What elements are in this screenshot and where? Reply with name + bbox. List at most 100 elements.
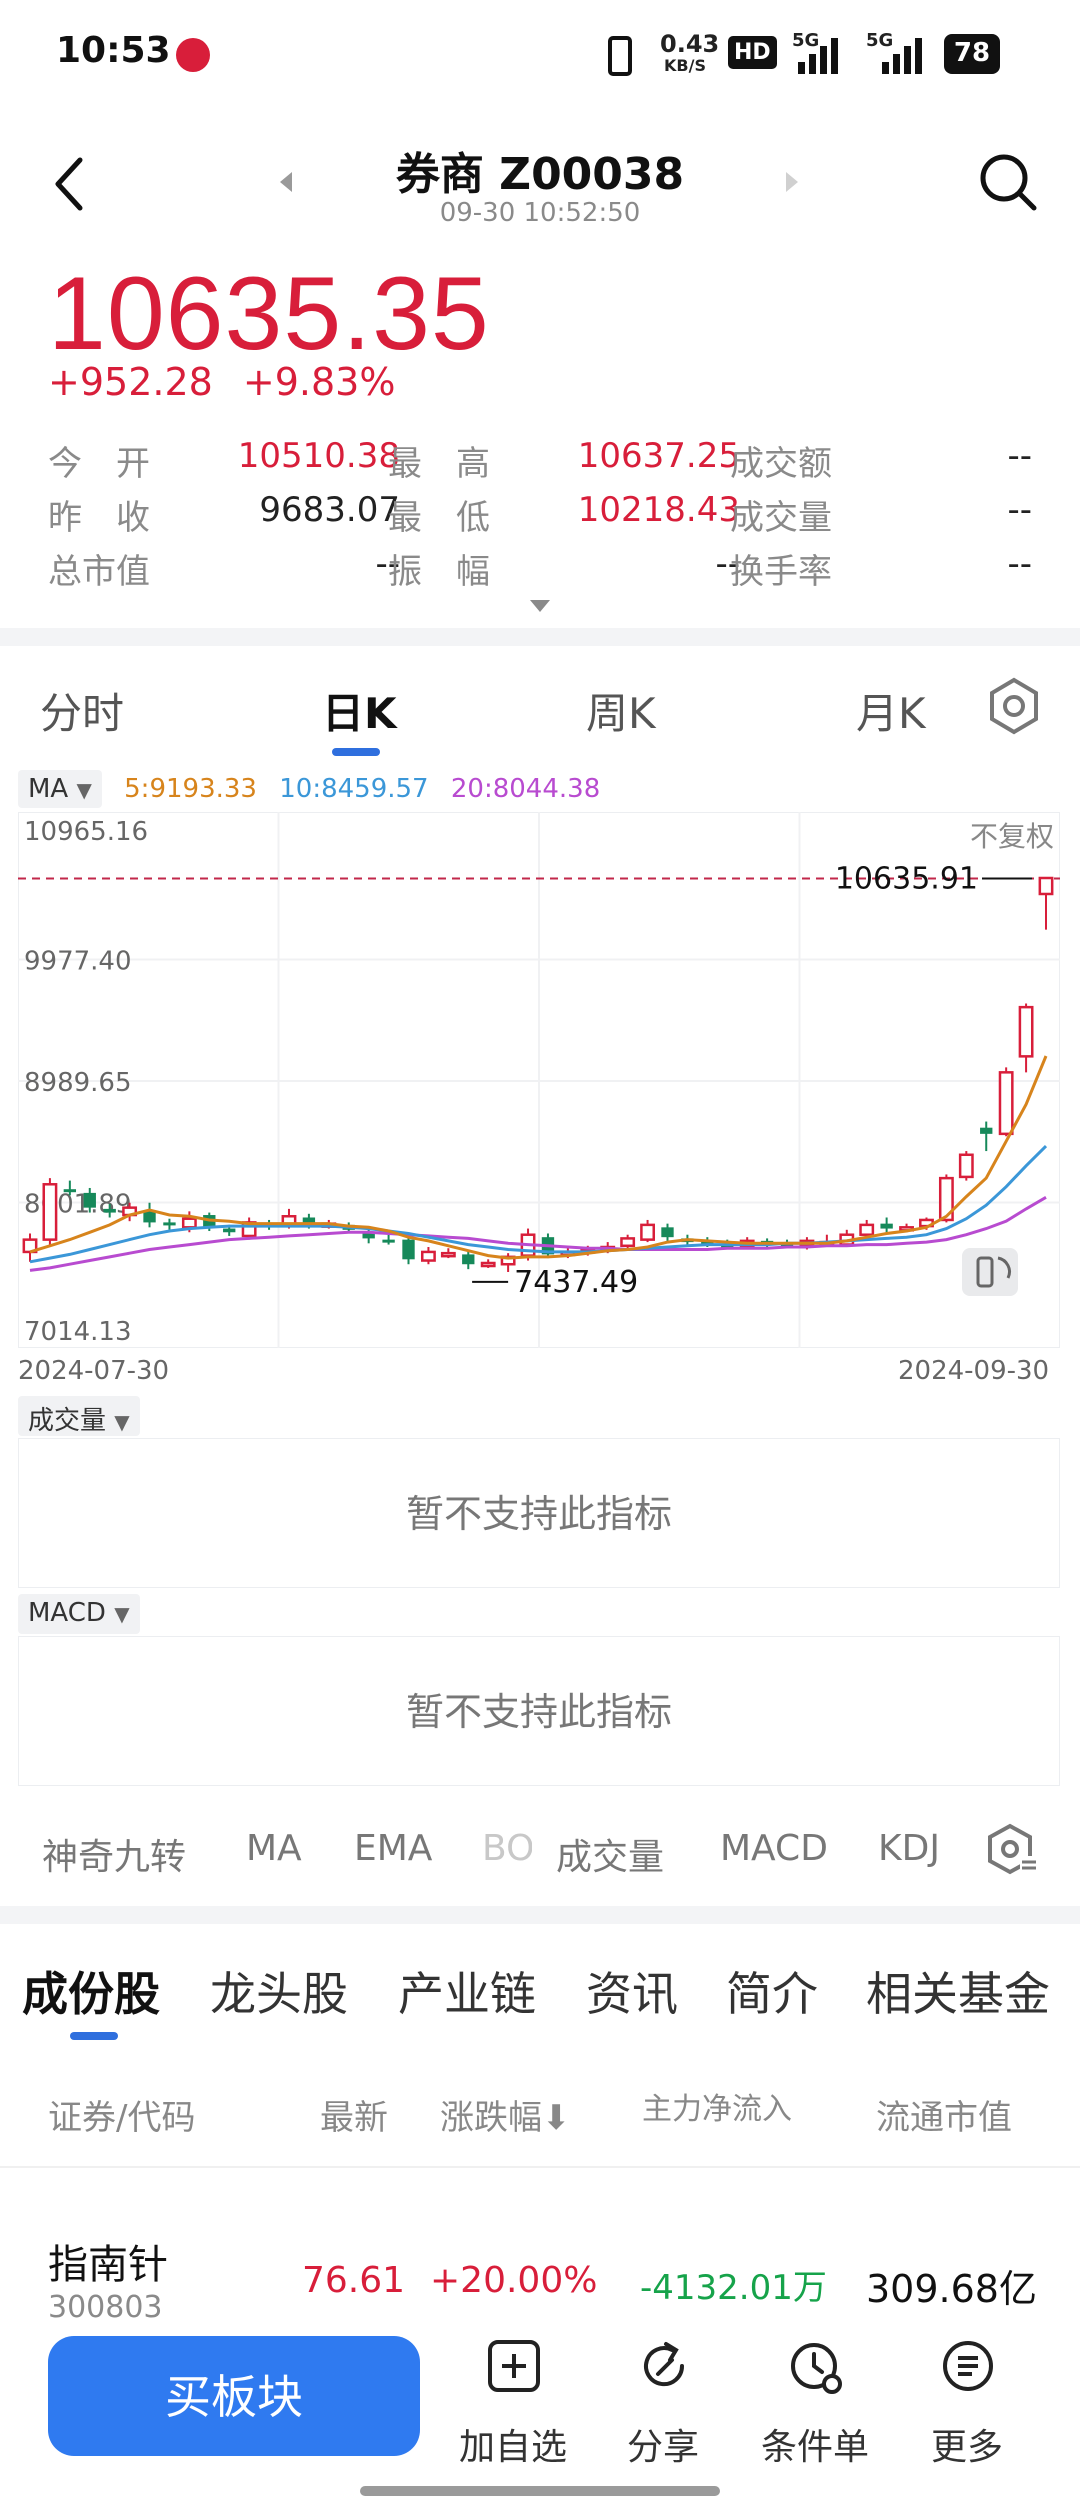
indicator-volume[interactable]: 成交量 [556,1828,664,1880]
share-button[interactable]: 分享 [598,2336,728,2476]
col-header-float-cap[interactable]: 流通市值 [876,2090,1012,2139]
quote-value: 10510.38 [237,436,400,476]
stock-change-pct: +20.00% [430,2260,598,2301]
candle-body [958,1153,974,1179]
low-price-label: 7437.49 [514,1265,638,1300]
quote-value: 9683.07 [259,490,400,530]
condition-order-label: 条件单 [760,2427,869,2468]
quote-value: -- [1007,544,1032,584]
vibrate-icon [608,36,632,76]
active-tab-indicator [70,2032,118,2040]
rotate-screen-icon[interactable] [962,1248,1018,1296]
more-icon [943,2341,993,2391]
search-icon[interactable] [978,150,1038,218]
quote-label: 换手率 [730,552,832,592]
kline-chart[interactable]: 10965.16 9977.40 8989.65 8001.89 7014.13 不复权 1… [18,812,1060,1348]
tab-daily-k[interactable]: 日K [322,680,397,741]
expand-quote-icon[interactable] [528,598,552,620]
candle-body [402,1239,415,1260]
quote-row: 总市值 -- 振 幅 -- 换手率 -- [48,544,1038,596]
candle-body [103,1208,116,1213]
quote-label: 最 低 [388,498,490,538]
ma-legend: MA ▼ 5:9193.33 10:8459.57 20:8044.38 [18,770,600,816]
quote-row: 今 开 10510.38 最 高 10637.25 成交额 -- [48,436,1038,488]
y-tick-label: 8001.89 [24,1189,132,1219]
section-divider [0,1906,1080,1924]
quote-datetime: 09-30 10:52:50 [439,198,641,228]
macd-indicator-label: MACD [28,1598,106,1628]
quote-label: 今 开 [48,444,150,484]
hd-badge: HD [728,36,777,69]
candle-body [640,1223,655,1241]
ma5-value: 5:9193.33 [124,774,257,804]
app-logo-icon [176,38,210,72]
tab-weekly-k[interactable]: 周K [586,680,656,741]
tab-news[interactable]: 资讯 [586,1958,678,2024]
active-tab-indicator [332,748,380,756]
status-bar: 10:53 0.43 KB/S HD 5G 5G 78 [0,0,1080,110]
tab-intraday[interactable]: 分时 [40,680,124,741]
chevron-down-icon: ▼ [76,778,92,802]
indicator-settings-icon[interactable] [984,1822,1040,1882]
header: 券商 Z00038 09-30 10:52:50 [0,110,1080,240]
candle-body [83,1192,96,1208]
candle-body [181,1217,197,1229]
signal1-icon [796,36,844,80]
volume-indicator-label: 成交量 [28,1406,107,1436]
indicator-ema[interactable]: EMA [354,1828,432,1869]
last-price-label: 10635.91 [835,861,978,896]
current-price: 10635.35 [48,256,490,372]
volume-panel: 暂不支持此指标 [18,1438,1060,1588]
signal2-icon [880,36,928,80]
tab-monthly-k[interactable]: 月K [856,680,926,741]
add-watchlist-button[interactable]: 加自选 [448,2336,578,2476]
net-speed-value: 0.43 [660,30,720,58]
tab-intro[interactable]: 简介 [726,1958,818,2024]
quote-value: -- [1007,490,1032,530]
candle-body [1018,1005,1034,1058]
chart-settings-icon[interactable] [984,676,1044,740]
tab-industry-chain[interactable]: 产业链 [398,1958,536,2024]
candle-body [661,1227,674,1238]
candle-body [163,1222,176,1226]
quote-value: -- [375,544,400,584]
candle-body [998,1071,1014,1136]
macd-indicator-selector[interactable]: MACD ▼ [18,1594,140,1634]
indicator-boll[interactable]: BO [482,1828,532,1869]
quote-value: 10218.43 [577,490,740,530]
tab-related-funds[interactable]: 相关基金 [866,1958,1050,2024]
x-axis-start-label: 2024-07-30 [18,1356,170,1386]
candle-body [440,1251,456,1258]
col-header-main-inflow[interactable]: 主力净流入 [642,2084,792,2128]
more-button[interactable]: 更多 [902,2336,1032,2476]
stock-float-cap: 309.68亿 [866,2267,1037,2311]
ma10-value: 10:8459.57 [279,774,429,804]
add-watchlist-label: 加自选 [458,2427,567,2468]
buy-sector-button[interactable]: 买板块 [48,2336,420,2456]
indicator-ma[interactable]: MA [246,1828,302,1869]
candle-body [480,1261,496,1268]
indicator-magic-nine[interactable]: 神奇九转 [42,1828,186,1880]
quote-value: 10637.25 [577,436,740,476]
quote-label: 振 幅 [388,552,490,592]
col-header-last[interactable]: 最新 [320,2090,388,2139]
chevron-down-icon: ▼ [114,1602,130,1626]
ma-selector[interactable]: MA ▼ [18,770,102,808]
condition-order-button[interactable]: 条件单 [750,2336,880,2476]
ma20-value: 20:8044.38 [450,774,601,804]
col-header-change-pct[interactable]: 涨跌幅⬇ [440,2090,571,2139]
net-speed-unit: KB/S [664,56,706,75]
candle-body [382,1239,395,1243]
table-row[interactable]: 指南针 300803 76.61 +20.00% -4132.01万 309.6… [0,2220,1080,2330]
tab-constituents[interactable]: 成份股 [22,1958,160,2024]
candle-body [63,1189,77,1193]
ma-selector-label: MA [28,774,69,804]
indicator-kdj[interactable]: KDJ [878,1828,940,1869]
chevron-down-icon: ▼ [114,1410,130,1434]
next-stock-icon[interactable] [782,168,802,200]
add-watchlist-icon [488,2340,540,2392]
tab-leaders[interactable]: 龙头股 [210,1958,348,2024]
col-header-security[interactable]: 证券/代码 [48,2090,195,2139]
indicator-macd[interactable]: MACD [720,1828,828,1869]
volume-indicator-selector[interactable]: 成交量 ▼ [18,1396,140,1436]
